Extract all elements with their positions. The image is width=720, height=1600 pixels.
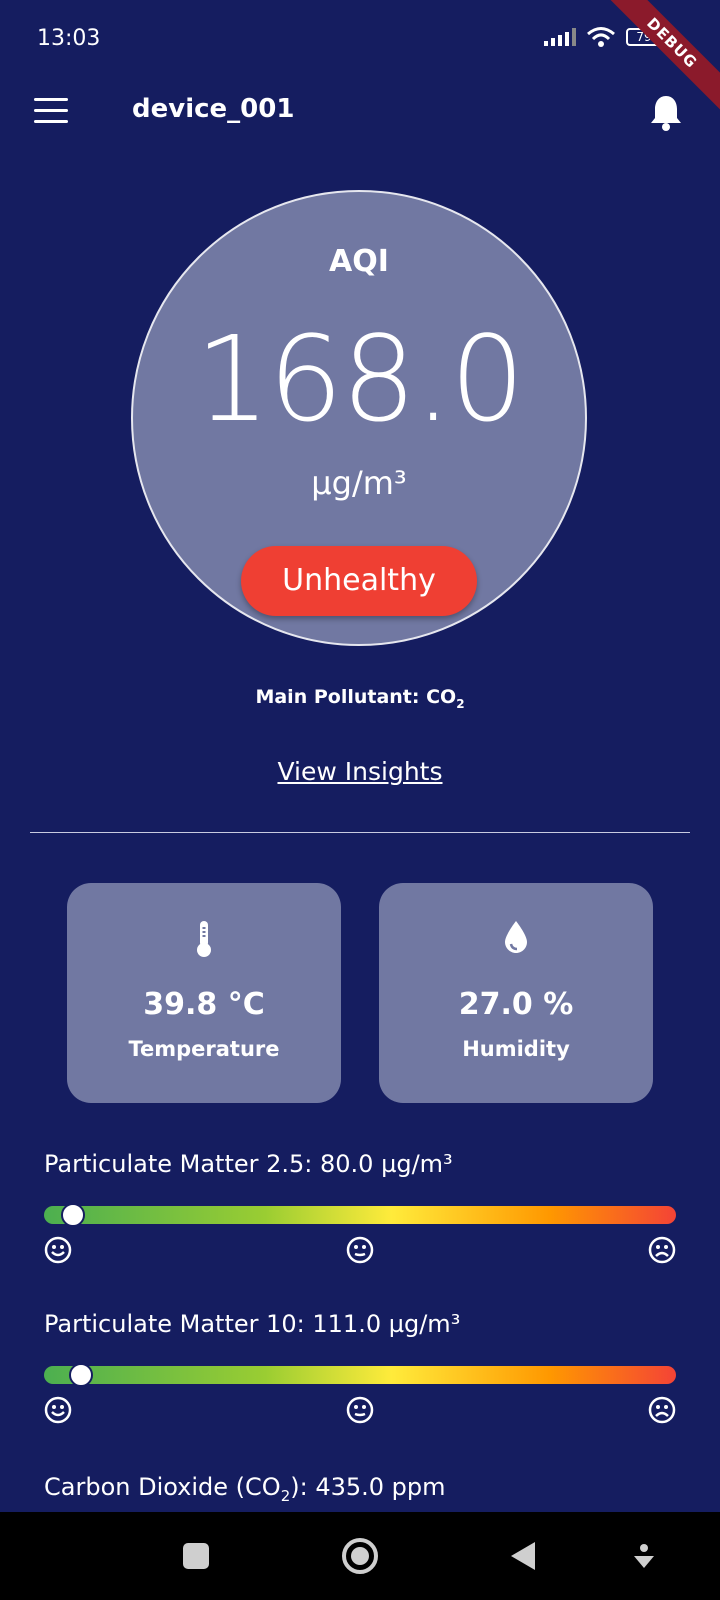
system-nav-bar [0, 1512, 720, 1600]
temperature-value: 39.8 °C [143, 987, 265, 1022]
aqi-label: AQI [329, 244, 389, 279]
status-time: 13:03 [37, 26, 101, 51]
pm10-gauge-thumb [68, 1363, 93, 1387]
thermometer-icon [67, 919, 341, 959]
aqi-circle: AQI 168.0 µg/m³ Unhealthy [131, 190, 587, 646]
bell-icon [651, 96, 681, 131]
main-pollutant: Main Pollutant: CO2 [0, 686, 720, 711]
neutral-face-icon [346, 1396, 374, 1424]
recents-square-icon[interactable] [182, 1542, 210, 1570]
smile-face-icon [44, 1236, 72, 1264]
assist-down-icon[interactable] [632, 1544, 656, 1570]
menu-icon [34, 98, 68, 101]
aqi-value: 168.0 [195, 310, 525, 448]
home-circle-icon[interactable] [340, 1536, 380, 1576]
smile-face-icon [44, 1396, 72, 1424]
status-bar: 13:03 79 [0, 0, 720, 80]
neutral-face-icon [346, 1236, 374, 1264]
pm10-label: Particulate Matter 10: 111.0 µg/m³ [44, 1310, 461, 1338]
water-drop-icon [379, 919, 653, 959]
back-triangle-icon[interactable] [508, 1540, 538, 1572]
main-pollutant-text: Main Pollutant: CO [255, 686, 457, 708]
sad-face-icon [648, 1396, 676, 1424]
wifi-icon [587, 27, 615, 47]
device-title: device_001 [132, 94, 295, 124]
humidity-card[interactable]: 27.0 % Humidity [379, 883, 653, 1103]
temperature-label: Temperature [128, 1037, 280, 1061]
co2-label: Carbon Dioxide (CO2): 435.0 ppm [44, 1473, 446, 1505]
co2-block: Carbon Dioxide (CO2): 435.0 ppm [44, 1473, 676, 1509]
signal-icon [544, 28, 576, 46]
main-pollutant-subscript: 2 [456, 696, 465, 711]
view-insights-link[interactable]: View Insights [0, 757, 720, 786]
humidity-value: 27.0 % [458, 987, 574, 1022]
divider [30, 832, 690, 833]
pm25-gauge [44, 1203, 676, 1227]
pm25-gauge-thumb [61, 1203, 86, 1227]
aqi-status-badge[interactable]: Unhealthy [241, 546, 477, 616]
temperature-card[interactable]: 39.8 °C Temperature [67, 883, 341, 1103]
app-bar: device_001 [0, 80, 720, 144]
aqi-unit: µg/m³ [311, 464, 407, 502]
pm25-label: Particulate Matter 2.5: 80.0 µg/m³ [44, 1150, 453, 1178]
pm25-block: Particulate Matter 2.5: 80.0 µg/m³ [44, 1150, 676, 1280]
pm10-block: Particulate Matter 10: 111.0 µg/m³ [44, 1310, 676, 1440]
menu-button[interactable] [34, 98, 68, 126]
pm10-gauge [44, 1363, 676, 1387]
humidity-label: Humidity [462, 1037, 570, 1061]
sad-face-icon [648, 1236, 676, 1264]
notifications-button[interactable] [648, 94, 684, 132]
